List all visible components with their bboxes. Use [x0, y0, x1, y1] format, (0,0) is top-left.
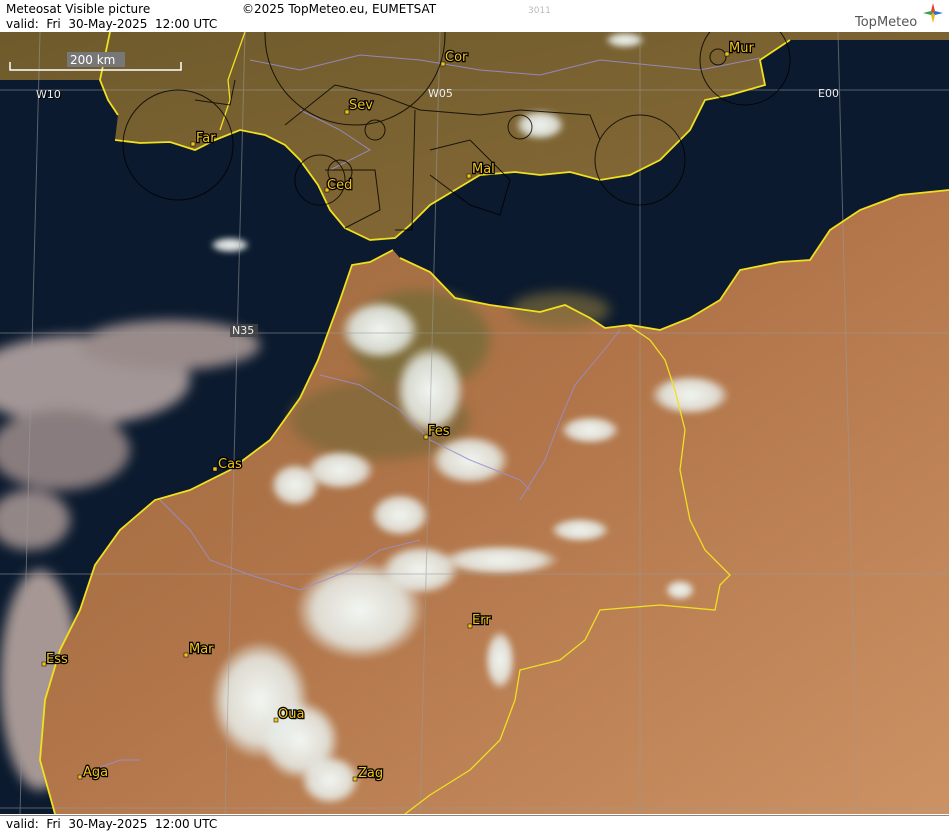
footer-bar: valid: Fri 30-May-2025 12:00 UTC	[0, 815, 949, 832]
satellite-map[interactable]: W10 W05 E00 N35 200 km Cor Mur Sev Far C…	[0, 32, 949, 814]
city-label-mur: Mur	[729, 41, 754, 56]
map-title: Meteosat Visible picture	[6, 2, 151, 16]
city-label-fes: Fes	[428, 424, 450, 439]
weather-map-page: Meteosat Visible picture valid: Fri 30-M…	[0, 0, 949, 832]
footer-valid-time: valid: Fri 30-May-2025 12:00 UTC	[6, 817, 218, 831]
compass-logo-icon	[923, 3, 943, 23]
city-label-mar: Mar	[189, 642, 214, 657]
brand-logo-text[interactable]: TopMeteo	[855, 16, 917, 30]
city-label-ced: Ced	[327, 178, 352, 193]
city-label-far: Far	[196, 131, 216, 146]
city-label-cor: Cor	[445, 50, 468, 65]
city-label-zag: Zag	[358, 766, 383, 781]
copyright: ©2025 TopMeteo.eu, EUMETSAT	[242, 2, 437, 16]
city-label-aga: Aga	[83, 765, 108, 780]
city-label-cas: Cas	[218, 457, 242, 472]
scale-label: 200 km	[70, 53, 115, 67]
city-label-err: Err	[472, 613, 491, 628]
grid-label-e00: E00	[818, 87, 839, 100]
city-label-oua: Oua	[278, 707, 304, 722]
image-code: 3011	[528, 6, 551, 16]
grid-label-w05: W05	[428, 87, 453, 100]
grid-label-n35: N35	[232, 324, 254, 337]
city-label-mal: Mal	[472, 162, 495, 177]
grid-label-w10: W10	[36, 88, 61, 101]
city-label-sev: Sev	[349, 98, 373, 113]
header-bar: Meteosat Visible picture valid: Fri 30-M…	[0, 0, 949, 33]
city-label-ess: Ess	[46, 652, 68, 667]
valid-time: valid: Fri 30-May-2025 12:00 UTC	[6, 17, 218, 31]
